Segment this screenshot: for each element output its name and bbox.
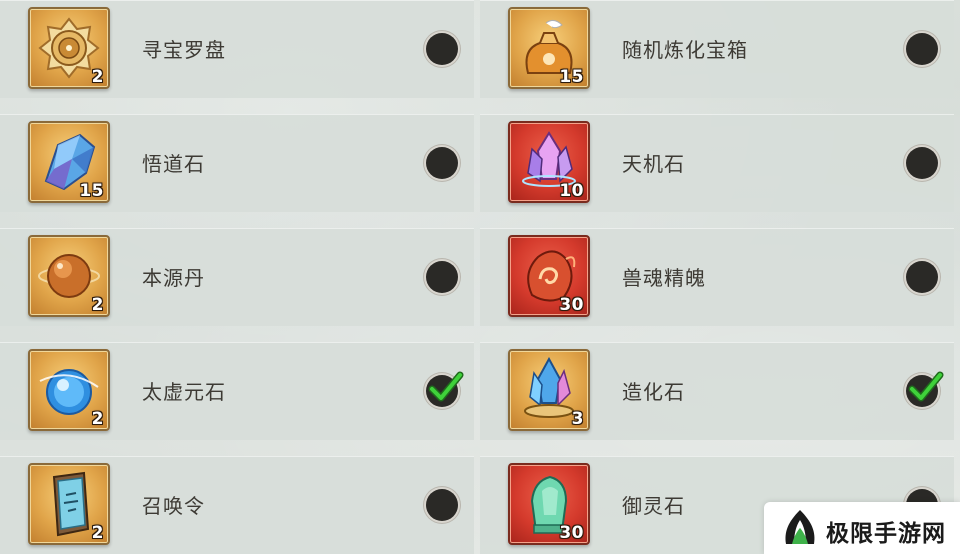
item-count: 2 bbox=[91, 523, 104, 543]
select-toggle[interactable] bbox=[426, 147, 458, 179]
jixian-logo-icon bbox=[785, 510, 815, 544]
select-toggle[interactable] bbox=[906, 371, 944, 407]
list-item[interactable]: 15 悟道石 bbox=[0, 114, 474, 212]
item-count: 30 bbox=[559, 295, 584, 315]
item-icon-frame: 30 bbox=[508, 463, 590, 545]
list-item[interactable]: 3 造化石 bbox=[480, 342, 954, 440]
item-icon-frame: 15 bbox=[508, 7, 590, 89]
item-count: 2 bbox=[91, 67, 104, 87]
select-toggle[interactable] bbox=[906, 147, 938, 179]
list-item[interactable]: 30 兽魂精魄 bbox=[480, 228, 954, 326]
item-name: 兽魂精魄 bbox=[622, 266, 706, 290]
item-count: 30 bbox=[559, 523, 584, 543]
item-name: 御灵石 bbox=[622, 494, 685, 518]
select-toggle[interactable] bbox=[426, 371, 464, 407]
item-icon-frame: 2 bbox=[28, 349, 110, 431]
item-icon-frame: 15 bbox=[28, 121, 110, 203]
item-name: 本源丹 bbox=[142, 266, 205, 290]
select-toggle[interactable] bbox=[426, 261, 458, 293]
select-toggle[interactable] bbox=[906, 33, 938, 65]
item-name: 太虚元石 bbox=[142, 380, 226, 404]
select-toggle[interactable] bbox=[426, 489, 458, 521]
item-name: 悟道石 bbox=[142, 152, 205, 176]
item-count: 2 bbox=[91, 295, 104, 315]
item-name: 召唤令 bbox=[142, 494, 205, 518]
select-toggle[interactable] bbox=[426, 33, 458, 65]
list-item[interactable]: 2 寻宝罗盘 bbox=[0, 0, 474, 98]
select-toggle[interactable] bbox=[906, 261, 938, 293]
item-icon-frame: 2 bbox=[28, 463, 110, 545]
site-watermark: 极限手游网 bbox=[764, 502, 960, 554]
list-item[interactable]: 10 天机石 bbox=[480, 114, 954, 212]
checkmark-icon bbox=[428, 371, 464, 402]
list-item[interactable]: 15 随机炼化宝箱 bbox=[480, 0, 954, 98]
item-icon-frame: 30 bbox=[508, 235, 590, 317]
watermark-text: 极限手游网 bbox=[826, 521, 946, 547]
item-count: 2 bbox=[91, 409, 104, 429]
list-item[interactable]: 2 本源丹 bbox=[0, 228, 474, 326]
item-icon-frame: 2 bbox=[28, 7, 110, 89]
item-icon-frame: 2 bbox=[28, 235, 110, 317]
item-name: 天机石 bbox=[622, 152, 685, 176]
list-item[interactable]: 2 召唤令 bbox=[0, 456, 474, 554]
item-count: 15 bbox=[79, 181, 104, 201]
checkmark-icon bbox=[908, 371, 944, 402]
item-name: 造化石 bbox=[622, 380, 685, 404]
item-name: 随机炼化宝箱 bbox=[622, 38, 748, 62]
right-item-column: 15 随机炼化宝箱 10 天机石 30 兽魂精魄 3 造化石 30 御灵石 bbox=[480, 0, 954, 554]
item-count: 15 bbox=[559, 67, 584, 87]
item-count: 3 bbox=[571, 409, 584, 429]
item-icon-frame: 10 bbox=[508, 121, 590, 203]
left-item-column: 2 寻宝罗盘 15 悟道石 2 本源丹 2 太虚元石 2 召唤令 bbox=[0, 0, 474, 554]
item-count: 10 bbox=[559, 181, 584, 201]
item-name: 寻宝罗盘 bbox=[142, 38, 226, 62]
list-item[interactable]: 2 太虚元石 bbox=[0, 342, 474, 440]
item-icon-frame: 3 bbox=[508, 349, 590, 431]
